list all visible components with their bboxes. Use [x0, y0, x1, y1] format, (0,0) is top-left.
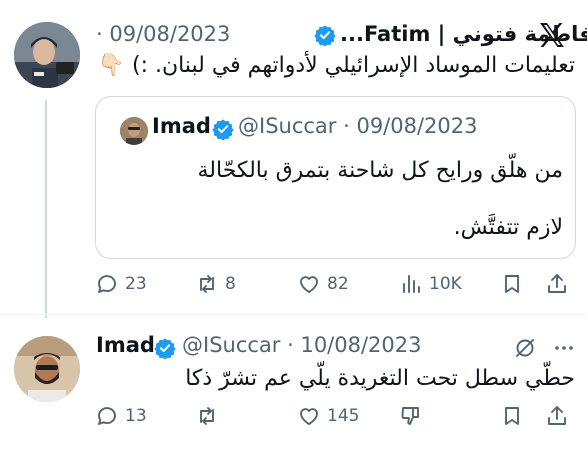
verified-icon: [154, 338, 176, 359]
like-count: 82: [327, 274, 349, 294]
reply-author-name[interactable]: Imad: [96, 333, 155, 357]
tweet-text: تعليمات الموساد الإسرائيلي لأدواتهم في ل…: [97, 53, 575, 78]
repost-button[interactable]: 8: [195, 272, 236, 296]
quoted-handle-date: @ISuccar · 09/08/2023: [238, 114, 478, 138]
bookmark-button[interactable]: [500, 404, 524, 428]
quoted-text-line: من هلّق ورايح كل شاحنة بتمرق بالكحّالة: [197, 158, 563, 183]
tweet-divider: [0, 314, 587, 315]
share-button[interactable]: [545, 272, 569, 296]
avatar-photo: [14, 22, 80, 88]
dislike-button[interactable]: [399, 404, 423, 428]
avatar-photo: [120, 117, 148, 145]
author-name[interactable]: فاطمة فتوني | Fatim...: [340, 22, 587, 46]
dislike-icon: [401, 407, 419, 425]
author-avatar[interactable]: [14, 22, 80, 88]
quoted-author-name: Imad: [152, 114, 211, 138]
bookmark-icon: [505, 407, 519, 425]
reply-count: 23: [125, 274, 147, 294]
tweet-actions: 23 8 82 10K: [95, 272, 575, 302]
quoted-author-avatar: [120, 117, 148, 145]
like-icon: [300, 408, 318, 425]
like-button[interactable]: 82: [297, 272, 349, 296]
reply-text: حطّي سطل تحت التغريدة يلّي عم تشرّ ذكا: [185, 366, 575, 391]
mute-icon[interactable]: [513, 336, 537, 360]
reply-icon: [98, 407, 116, 425]
more-icon[interactable]: [552, 336, 576, 360]
repost-count: 8: [225, 274, 236, 294]
share-button[interactable]: [545, 404, 569, 428]
reply-button[interactable]: 23: [95, 272, 147, 296]
reply-actions: 13 145: [95, 404, 575, 434]
reply-handle-date[interactable]: @ISuccar · 10/08/2023: [182, 333, 422, 357]
like-icon: [300, 276, 318, 293]
like-count: 145: [327, 406, 360, 426]
views-icon: [403, 275, 420, 293]
repost-icon: [200, 275, 214, 293]
views-button[interactable]: 10K: [399, 272, 462, 296]
verified-icon: [212, 119, 234, 140]
reply-button[interactable]: 13: [95, 404, 147, 428]
bookmark-button[interactable]: [500, 272, 524, 296]
repost-button[interactable]: [195, 404, 225, 428]
tweet-header: · 09/08/2023 فاطمة فتوني | Fatim...: [96, 22, 587, 50]
bookmark-icon: [505, 275, 519, 293]
share-icon: [548, 406, 566, 425]
views-count: 10K: [429, 274, 462, 294]
share-icon: [548, 274, 566, 293]
quoted-tweet[interactable]: Imad @ISuccar · 09/08/2023 من هلّق ورايح…: [95, 96, 576, 259]
tweet-date[interactable]: · 09/08/2023: [96, 22, 230, 46]
thread-connector-line: [45, 100, 47, 318]
reply-author-avatar[interactable]: [14, 336, 80, 402]
like-button[interactable]: 145: [297, 404, 359, 428]
verified-icon: [314, 25, 336, 46]
repost-icon: [200, 407, 214, 425]
reply-icon: [98, 275, 116, 293]
quoted-text-line: لازم تتفتَّش.: [453, 215, 563, 240]
reply-count: 13: [125, 406, 147, 426]
avatar-photo: [14, 336, 80, 402]
